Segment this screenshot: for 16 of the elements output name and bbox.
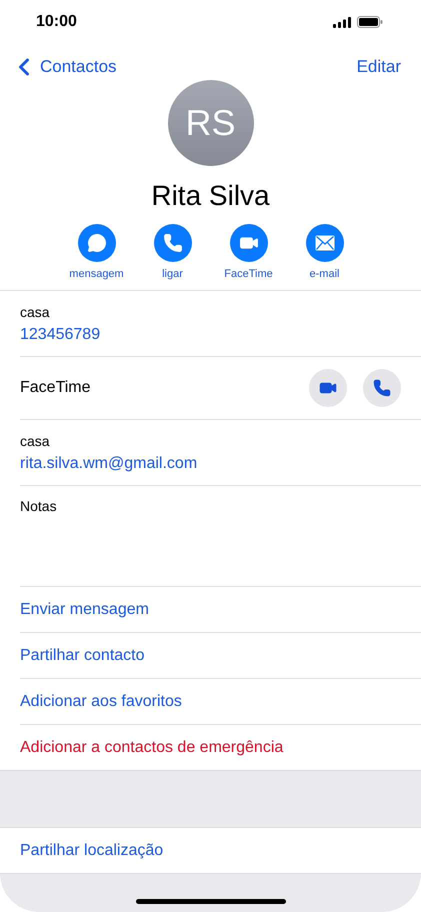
action-link[interactable]: Enviar mensagem bbox=[20, 600, 149, 618]
field-label: casa bbox=[20, 432, 51, 448]
field-label: casa bbox=[20, 304, 51, 320]
action-link[interactable]: Partilhar contacto bbox=[20, 646, 145, 664]
action-link[interactable]: Adicionar aos favoritos bbox=[20, 692, 182, 710]
field-value-link[interactable]: rita.silva.wm@gmail.com bbox=[20, 454, 421, 472]
back-button[interactable]: Contactos bbox=[10, 53, 117, 81]
field-value-link[interactable]: 123456789 bbox=[20, 326, 421, 344]
notes-label: Notas bbox=[20, 498, 58, 514]
field-label: FaceTime bbox=[20, 379, 91, 397]
status-time: 10:00 bbox=[36, 13, 77, 31]
action-link[interactable]: Partilhar localização bbox=[20, 842, 164, 860]
contact-name: Rita Silva bbox=[151, 180, 270, 212]
edit-button[interactable]: Editar bbox=[356, 57, 401, 77]
action-link[interactable]: Adicionar a contactos de emergência bbox=[20, 738, 284, 756]
avatar: RS bbox=[168, 80, 254, 166]
